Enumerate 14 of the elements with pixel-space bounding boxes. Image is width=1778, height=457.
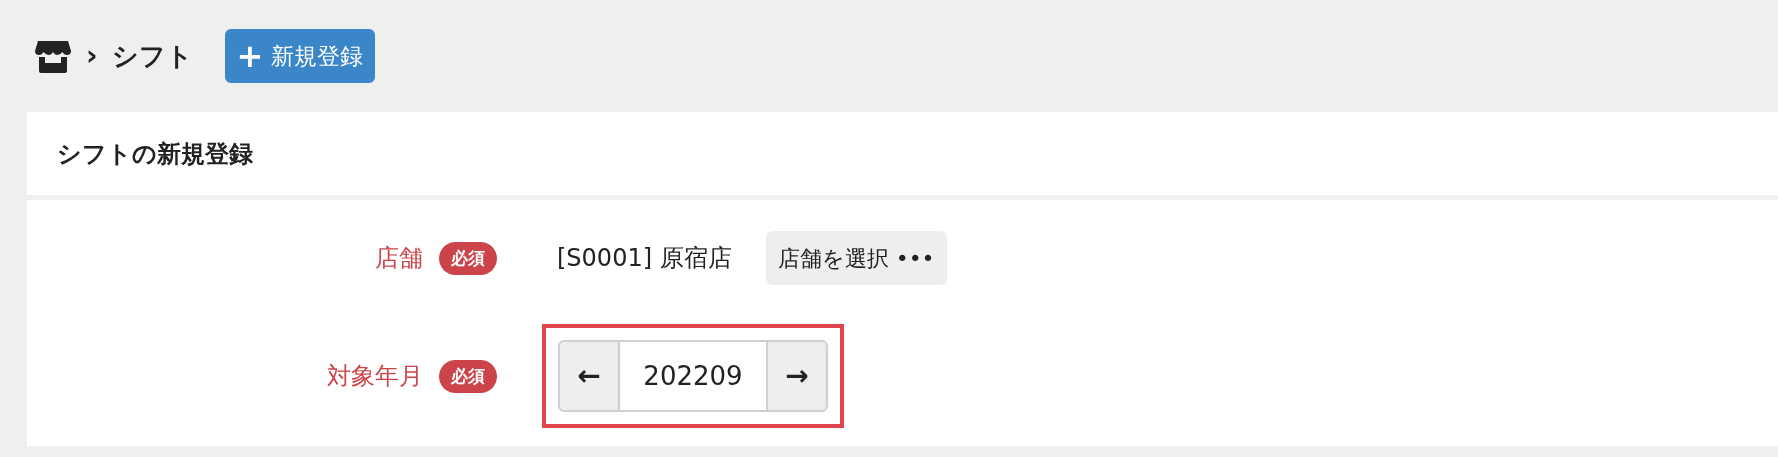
store-value: [S0001] 原宿店 — [557, 243, 732, 274]
select-store-button[interactable]: 店舗を選択 ••• — [765, 231, 947, 285]
field-label: 店舗 — [375, 243, 423, 274]
required-badge: 必須 — [439, 241, 497, 275]
breadcrumb-current: シフト — [111, 39, 193, 73]
card-title: シフトの新規登録 — [57, 138, 253, 170]
previous-month-button[interactable]: ← — [558, 340, 620, 412]
store-icon — [34, 39, 72, 73]
new-register-button[interactable]: + 新規登録 — [224, 29, 376, 83]
next-month-button[interactable]: → — [766, 340, 828, 412]
field-label: 対象年月 — [327, 361, 423, 392]
month-input[interactable]: 202209 — [620, 340, 766, 412]
required-badge: 必須 — [439, 359, 497, 393]
breadcrumb-separator: › — [86, 38, 98, 74]
